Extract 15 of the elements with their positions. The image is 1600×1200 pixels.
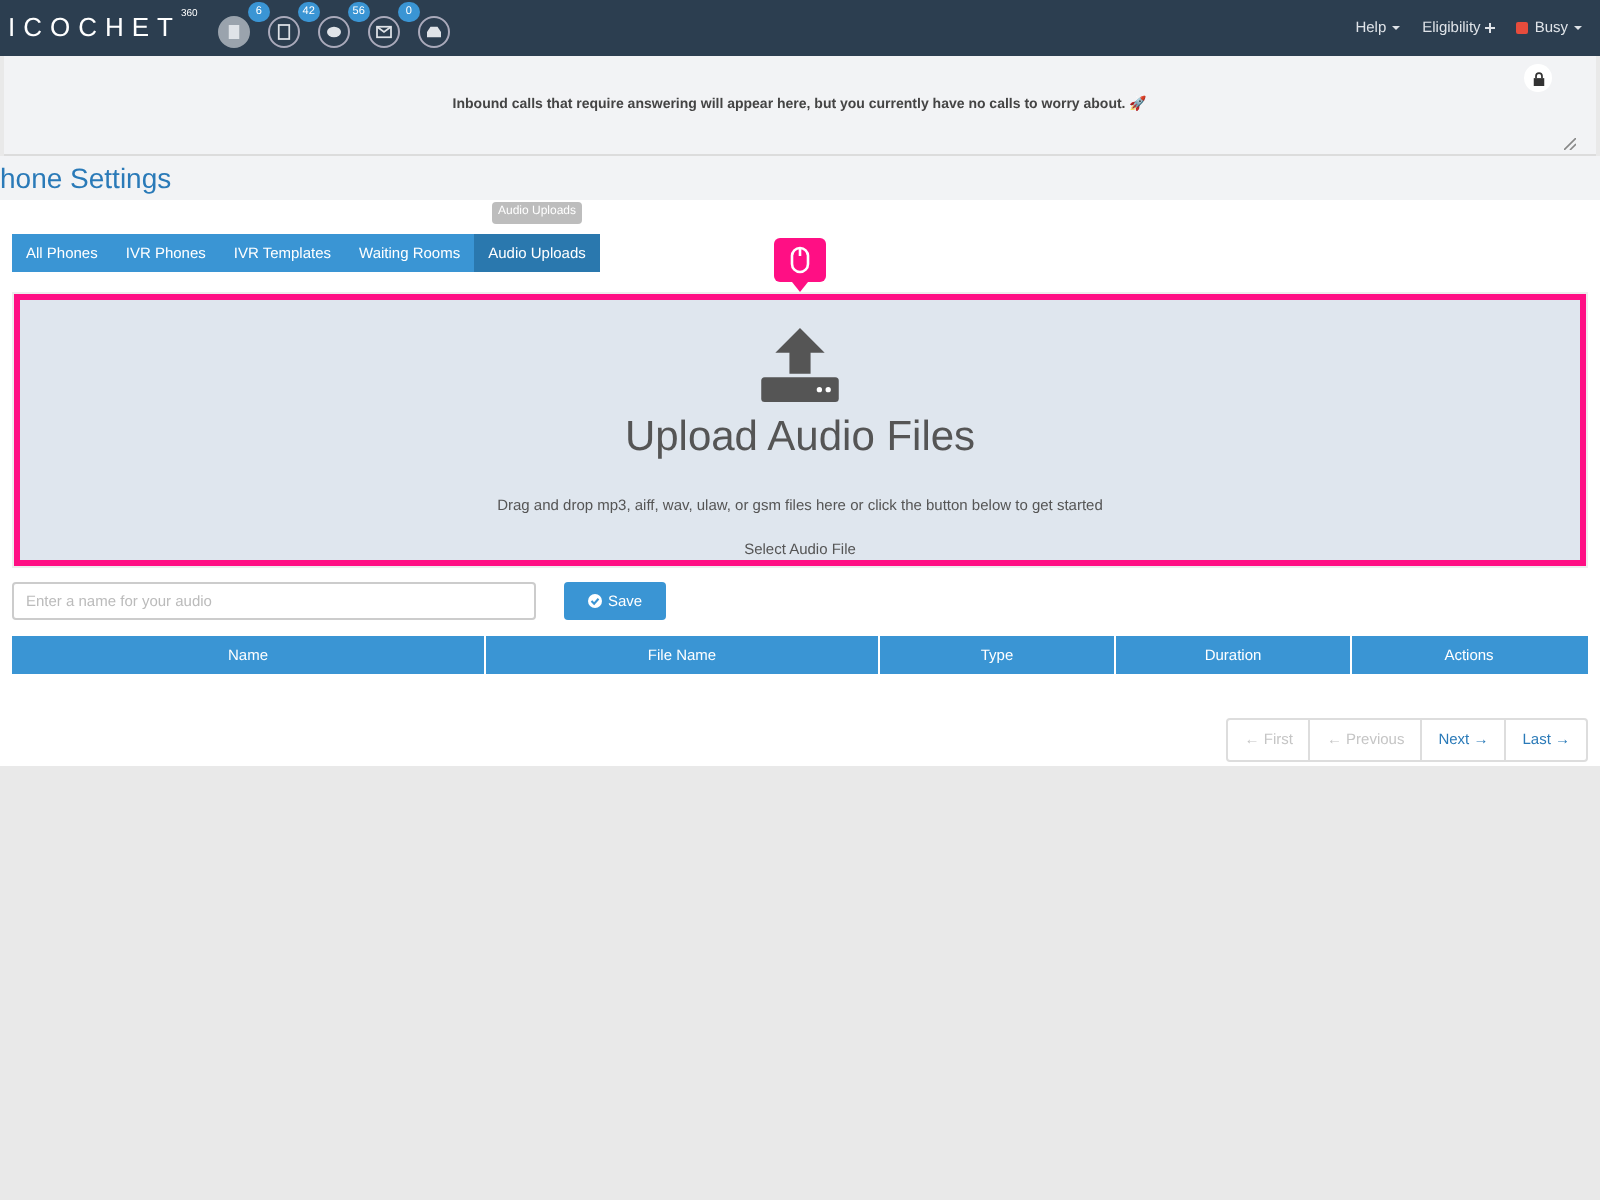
resize-handle-icon[interactable] (1564, 138, 1576, 150)
dropzone-title: Upload Audio Files (624, 412, 976, 464)
page-title: hone Settings (0, 164, 172, 192)
inbox-icon[interactable] (417, 16, 450, 48)
caret-icon (1390, 22, 1403, 34)
mail-icon[interactable] (367, 16, 400, 48)
cursor-marker-icon (774, 238, 826, 292)
caret-icon (1572, 22, 1584, 34)
check-circle-icon (588, 594, 602, 608)
document-icon[interactable] (267, 16, 300, 48)
upload-icon (756, 328, 844, 402)
plus-icon (1484, 22, 1497, 34)
lock-icon[interactable] (1524, 64, 1552, 92)
file-icon[interactable] (217, 16, 250, 48)
chat-icon[interactable] (317, 16, 350, 48)
